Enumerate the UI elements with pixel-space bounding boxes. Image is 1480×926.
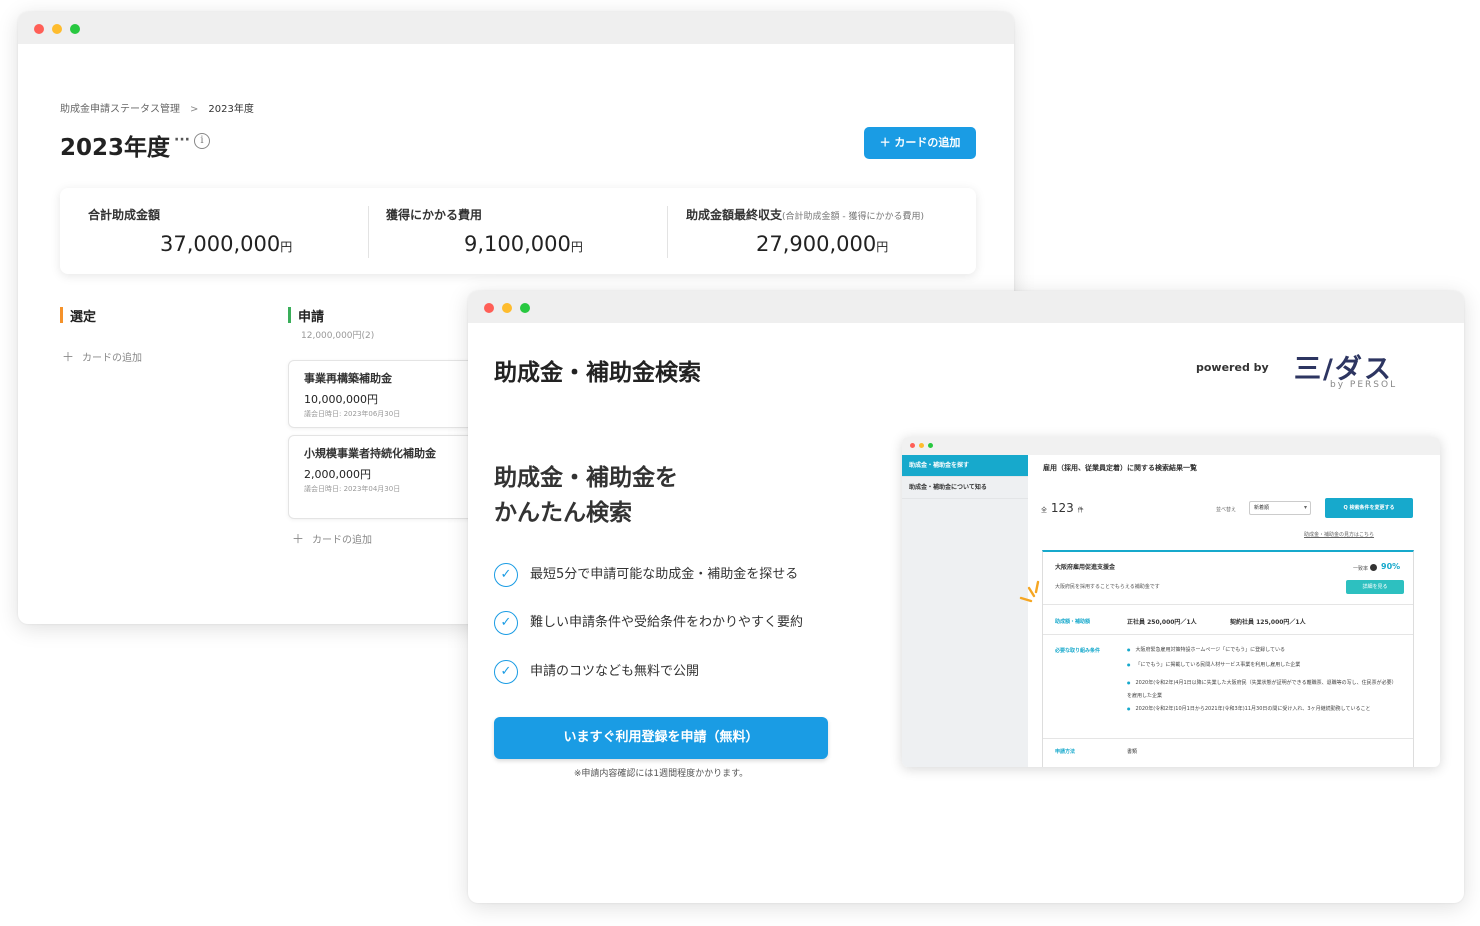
minimize-window-button[interactable] bbox=[502, 303, 512, 313]
feature-item: ✓ 申請のコツなども無料で公開 bbox=[494, 659, 699, 685]
card-title: 小規模事業者持続化補助金 bbox=[304, 447, 436, 460]
summary-label: 合計助成金額 bbox=[88, 208, 161, 222]
check-circle-icon: ✓ bbox=[494, 562, 518, 587]
close-window-button[interactable] bbox=[34, 24, 44, 34]
page-title: 助成金・補助金検索 bbox=[494, 360, 701, 386]
window-titlebar bbox=[468, 291, 1464, 323]
add-card-link[interactable]: ＋カードの追加 bbox=[62, 348, 142, 365]
add-card-link[interactable]: ＋カードの追加 bbox=[292, 530, 372, 547]
preview-method-label: 申請方法 bbox=[1055, 749, 1076, 755]
feature-item: ✓ 最短5分で申請可能な助成金・補助金を探せる bbox=[494, 562, 798, 588]
divider bbox=[1043, 738, 1413, 739]
preview-main: 雇用（採用、従業員定着）に関する検索結果一覧 全 123 件 並べ替え 新着順 … bbox=[1028, 455, 1440, 767]
breadcrumb-root[interactable]: 助成金申請ステータス管理 bbox=[60, 104, 180, 115]
help-icon bbox=[1370, 564, 1377, 571]
info-icon[interactable]: i bbox=[194, 133, 210, 149]
preview-requirement-item: 2020年(令和2年)10月1日から2021年(令和3年)11月30日の間に受け… bbox=[1127, 702, 1397, 716]
summary-panel: 合計助成金額 37,000,000円 獲得にかかる費用 9,100,000円 助… bbox=[60, 188, 976, 274]
preview-match-rate: 90% bbox=[1381, 562, 1401, 571]
kanban-card[interactable]: 小規模事業者持続化補助金 2,000,000円 議会日時日: 2023年04月3… bbox=[288, 435, 498, 519]
preview-amount-label: 助成額・補助額 bbox=[1055, 619, 1091, 625]
preview-change-search-button: Q 検索条件を変更する bbox=[1325, 498, 1413, 518]
check-circle-icon: ✓ bbox=[494, 610, 518, 635]
preview-amount-fulltime: 正社員 250,000円／1人 bbox=[1127, 619, 1197, 626]
column-header-selection: 選定 bbox=[60, 306, 96, 325]
preview-sort-select: 新着順 bbox=[1249, 501, 1311, 515]
close-window-button[interactable] bbox=[484, 303, 494, 313]
preview-requirement-item: 2020年(令和2年)4月1日以降に失業した大阪府民（失業状態が証明ができる離職… bbox=[1127, 676, 1397, 703]
more-options-icon[interactable]: ··· bbox=[174, 132, 190, 148]
preview-sidebar: 助成金・補助金を探す 助成金・補助金について知る bbox=[902, 455, 1028, 767]
minimize-window-button[interactable] bbox=[52, 24, 62, 34]
preview-sidebar-item-search: 助成金・補助金を探す bbox=[902, 455, 1028, 477]
register-cta-button[interactable]: いますぐ利用登録を申請（無料） bbox=[494, 717, 828, 759]
summary-value: 37,000,000円 bbox=[160, 232, 293, 256]
summary-final-balance: 助成金額最終収支(合計助成金額 - 獲得にかかる費用) 27,900,000円 bbox=[686, 206, 986, 256]
add-card-button[interactable]: ＋ カードの追加 bbox=[864, 127, 976, 159]
preview-titlebar bbox=[902, 437, 1440, 455]
kanban-card[interactable]: 事業再構築補助金 10,000,000円 議会日時日: 2023年06月30日 bbox=[288, 360, 498, 428]
column-header-application: 申請 bbox=[288, 306, 324, 325]
summary-value: 9,100,000円 bbox=[464, 232, 583, 256]
summary-label: 助成金額最終収支(合計助成金額 - 獲得にかかる費用) bbox=[686, 208, 925, 222]
preview-maximize-dot bbox=[928, 443, 933, 448]
divider bbox=[667, 206, 668, 258]
preview-requirements-label: 必要な取り組み条件 bbox=[1055, 648, 1101, 654]
preview-results-title: 雇用（採用、従業員定着）に関する検索結果一覧 bbox=[1043, 464, 1197, 472]
feature-item: ✓ 難しい申請条件や受給条件をわかりやすく要約 bbox=[494, 610, 803, 636]
highlight-spark-icon bbox=[1019, 580, 1040, 603]
preview-method-value: 書類 bbox=[1127, 749, 1138, 755]
preview-amount-contract: 契約社員 125,000円／1人 bbox=[1230, 619, 1306, 626]
preview-minimize-dot bbox=[919, 443, 924, 448]
breadcrumb-separator-icon: > bbox=[190, 104, 199, 115]
plus-icon: ＋ bbox=[292, 532, 305, 546]
page-title: 2023年度 bbox=[60, 135, 171, 161]
preview-close-dot bbox=[910, 443, 915, 448]
preview-requirement-item: 大阪府緊急雇用対策特設ホームページ「にでもう」に登録している bbox=[1127, 646, 1285, 653]
preview-requirement-item: 「にでもう」に掲載している民間人材サービス事業を利用し雇用した企業 bbox=[1127, 661, 1301, 668]
preview-help-link: 助成金・補助金の見方はこちら bbox=[1304, 532, 1375, 538]
preview-sidebar-item-learn: 助成金・補助金について知る bbox=[902, 477, 1028, 499]
persol-logo-sub: by PERSOL bbox=[1330, 380, 1398, 390]
breadcrumb-current: 2023年度 bbox=[208, 104, 254, 115]
preview-detail-button: 詳細を見る bbox=[1346, 580, 1404, 594]
preview-match-label: 一致率 bbox=[1353, 566, 1369, 572]
maximize-window-button[interactable] bbox=[70, 24, 80, 34]
check-circle-icon: ✓ bbox=[494, 659, 518, 684]
preview-sort-label: 並べ替え bbox=[1216, 507, 1237, 513]
window-titlebar bbox=[18, 12, 1014, 44]
hero-heading: 助成金・補助金を かんたん検索 bbox=[494, 465, 678, 526]
powered-by-label: powered by bbox=[1196, 361, 1269, 374]
grant-search-window: 助成金・補助金検索 powered by 三/ダス by PERSOL 助成金・… bbox=[468, 291, 1464, 903]
summary-value: 27,900,000円 bbox=[756, 232, 889, 256]
divider bbox=[1043, 634, 1413, 635]
preview-grant-desc: 大阪府民を採用することでもらえる補助金です bbox=[1055, 584, 1160, 590]
divider bbox=[1043, 604, 1413, 605]
summary-label: 獲得にかかる費用 bbox=[386, 208, 483, 222]
plus-icon: ＋ bbox=[62, 350, 75, 364]
preview-result-card: 大阪府雇用促進支援金 一致率 90% 大阪府民を採用することでもらえる補助金です… bbox=[1042, 550, 1414, 767]
summary-total-grant: 合計助成金額 37,000,000円 bbox=[88, 206, 388, 256]
breadcrumb: 助成金申請ステータス管理 >2023年度 bbox=[60, 100, 254, 115]
cta-note: ※申請内容確認には1週間程度かかります。 bbox=[573, 769, 749, 779]
app-preview-screenshot: 助成金・補助金を探す 助成金・補助金について知る 雇用（採用、従業員定着）に関す… bbox=[902, 437, 1440, 767]
maximize-window-button[interactable] bbox=[520, 303, 530, 313]
summary-acquisition-cost: 獲得にかかる費用 9,100,000円 bbox=[386, 206, 686, 256]
divider bbox=[368, 206, 369, 258]
preview-result-count: 全 123 件 bbox=[1041, 501, 1084, 515]
column-subtotal: 12,000,000円(2) bbox=[301, 331, 375, 341]
preview-grant-name: 大阪府雇用促進支援金 bbox=[1055, 564, 1116, 571]
